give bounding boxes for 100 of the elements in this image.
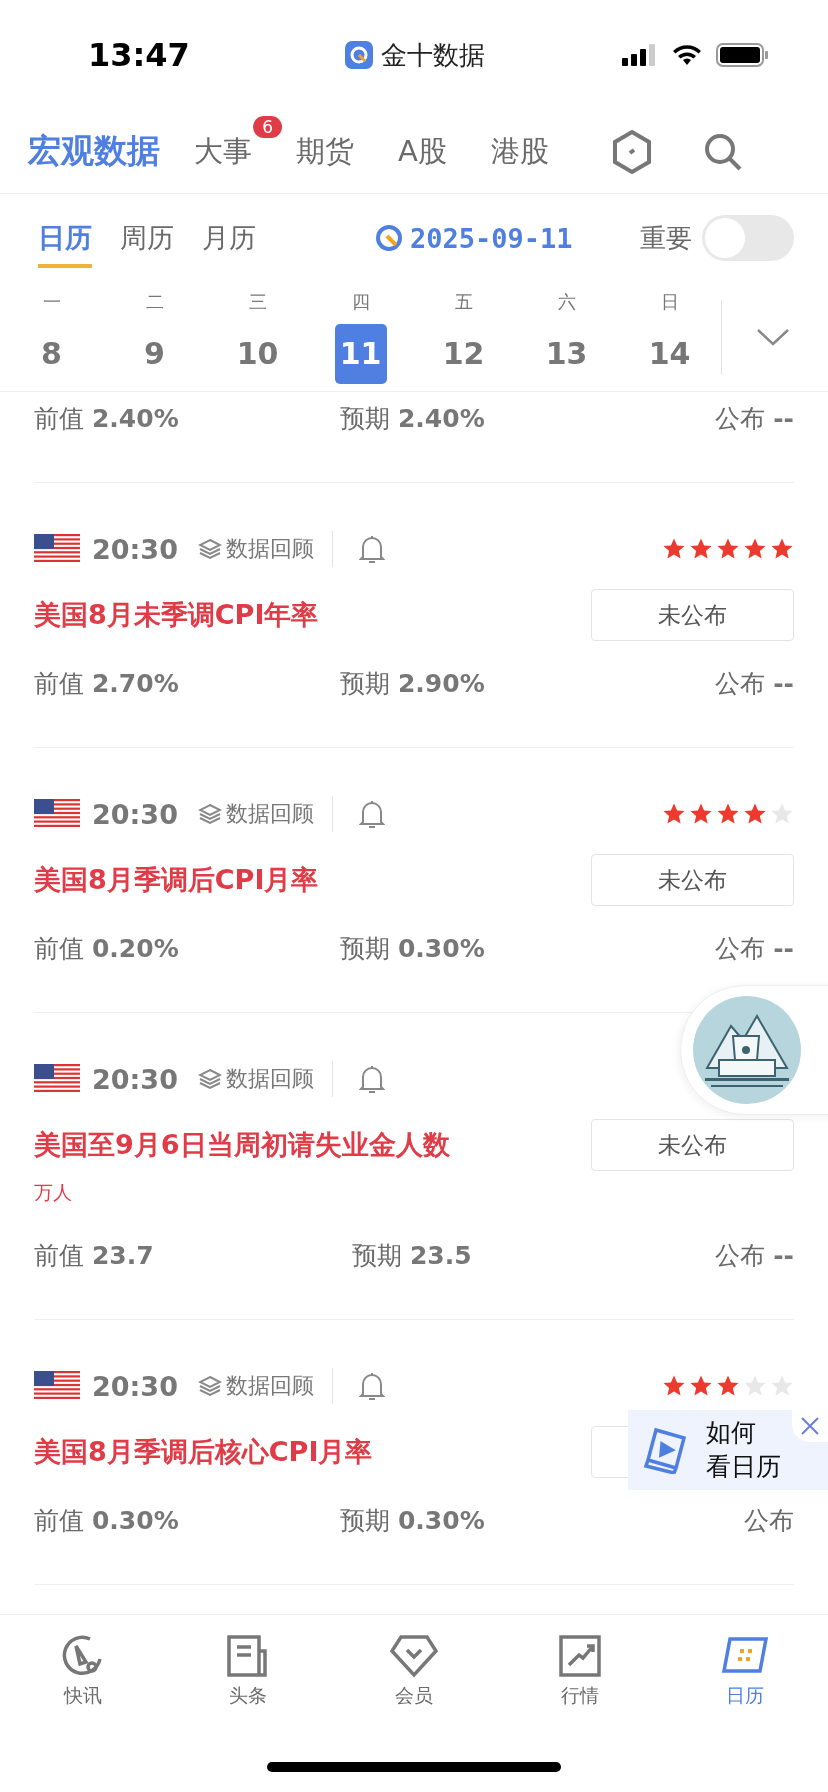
star-icon xyxy=(689,802,713,826)
star-icon xyxy=(689,1374,713,1398)
bell-icon xyxy=(358,534,385,564)
us-flag-icon xyxy=(34,799,80,829)
chevron-down-icon xyxy=(756,326,790,347)
review-link[interactable]: 数据回顾 xyxy=(197,1061,333,1097)
star-icon xyxy=(743,802,767,826)
day-cell[interactable]: 六 13 xyxy=(515,289,618,384)
diamond-icon xyxy=(389,1633,439,1679)
event-time: 20:30 xyxy=(92,1370,178,1402)
bell-icon xyxy=(358,1064,385,1094)
release-status-button[interactable]: 未公布 xyxy=(591,589,794,641)
layers-icon xyxy=(197,538,222,560)
previous-value: 前值 23.7 xyxy=(34,1239,155,1272)
bottom-nav-item[interactable]: 会员 xyxy=(331,1633,497,1709)
app-logo-icon xyxy=(374,223,404,253)
app-name: 金十数据 xyxy=(345,37,485,73)
star-icon xyxy=(716,802,740,826)
star-icon xyxy=(716,1374,740,1398)
previous-value: 前值 0.30% xyxy=(34,1504,180,1537)
event-title: 美国8月未季调CPI年率 xyxy=(34,598,319,632)
hexagon-button[interactable] xyxy=(610,128,653,175)
bottom-nav-item[interactable]: 头条 xyxy=(165,1633,332,1709)
day-cell[interactable]: 日 14 xyxy=(618,289,721,384)
star-icon xyxy=(662,802,686,826)
guide-tooltip[interactable]: 如何 看日历 xyxy=(628,1410,828,1490)
star-icon xyxy=(770,537,794,561)
date-picker[interactable]: 2025-09-11 xyxy=(374,222,573,254)
star-icon xyxy=(743,537,767,561)
forecast-value: 预期 2.40% xyxy=(340,402,486,435)
app-logo-icon xyxy=(345,41,373,69)
us-flag-icon xyxy=(34,1064,80,1094)
previous-value: 前值 2.70% xyxy=(34,667,180,700)
star-icon xyxy=(689,537,713,561)
release-status-button[interactable]: 未公布 xyxy=(591,854,794,906)
star-icon xyxy=(716,537,740,561)
layers-icon xyxy=(197,803,222,825)
important-label: 重要 xyxy=(640,221,692,255)
event-title: 美国至9月6日当周初请失业金人数 xyxy=(34,1128,450,1162)
release-status-button[interactable]: 未公布 xyxy=(591,1119,794,1171)
us-flag-icon xyxy=(34,534,80,564)
review-link[interactable]: 数据回顾 xyxy=(197,1368,333,1404)
unit-text: 万人 xyxy=(34,1180,73,1204)
chart-trend-icon xyxy=(556,1633,603,1679)
view-tab[interactable]: 月历 xyxy=(202,220,256,268)
previous-value: 前值 0.20% xyxy=(34,932,180,965)
actual-value: 公布 -- xyxy=(715,932,794,965)
forecast-value: 预期 0.30% xyxy=(340,1504,486,1537)
day-cell[interactable]: 五 12 xyxy=(412,289,515,384)
layers-icon xyxy=(197,1068,222,1090)
actual-value: 公布 -- xyxy=(715,1239,794,1272)
book-play-icon xyxy=(642,1426,688,1474)
category-tab[interactable]: 宏观数据 xyxy=(28,129,160,174)
expand-button[interactable] xyxy=(756,326,790,347)
actual-value: 公布 xyxy=(744,1504,794,1537)
forecast-value: 预期 0.30% xyxy=(340,932,486,965)
event-time: 20:30 xyxy=(92,533,178,565)
bell-icon xyxy=(358,1371,385,1401)
day-cell[interactable]: 二 9 xyxy=(103,289,206,384)
view-tab[interactable]: 周历 xyxy=(120,220,174,268)
wifi-icon xyxy=(672,44,702,66)
us-flag-icon xyxy=(34,1371,80,1401)
star-icon xyxy=(662,537,686,561)
event-title: 美国8月季调后核心CPI月率 xyxy=(34,1435,373,1469)
event-title: 美国8月季调后CPI月率 xyxy=(34,863,319,897)
floating-avatar-button[interactable] xyxy=(680,985,828,1115)
forecast-value: 预期 23.5 xyxy=(352,1239,473,1272)
category-tab[interactable]: A股 xyxy=(398,131,447,172)
battery-icon xyxy=(716,43,768,67)
layers-icon xyxy=(197,1375,222,1397)
bell-button[interactable] xyxy=(358,534,385,564)
hexagon-icon xyxy=(610,128,653,175)
search-icon xyxy=(702,131,743,172)
bottom-nav-item[interactable]: 快讯 xyxy=(0,1633,166,1709)
status-time: 13:47 xyxy=(88,36,191,74)
bell-button[interactable] xyxy=(358,799,385,829)
day-cell[interactable]: 四 11 xyxy=(309,289,412,384)
bell-button[interactable] xyxy=(358,1371,385,1401)
bottom-nav-item[interactable]: 行情 xyxy=(496,1633,663,1709)
forecast-value: 预期 2.90% xyxy=(340,667,486,700)
bell-button[interactable] xyxy=(358,1064,385,1094)
bell-icon xyxy=(358,799,385,829)
event-time: 20:30 xyxy=(92,798,178,830)
signal-icon xyxy=(622,44,658,66)
bottom-nav-item[interactable]: 日历 xyxy=(662,1633,828,1709)
actual-value: 公布 -- xyxy=(715,402,794,435)
count-badge: 6 xyxy=(253,115,282,138)
actual-value: 公布 -- xyxy=(715,667,794,700)
close-icon xyxy=(800,1416,820,1436)
previous-value: 前值 2.40% xyxy=(34,402,180,435)
category-tab[interactable]: 港股 xyxy=(490,131,549,172)
view-tab[interactable]: 日历 xyxy=(38,220,92,268)
day-cell[interactable]: 三 10 xyxy=(206,289,309,384)
review-link[interactable]: 数据回顾 xyxy=(197,796,333,832)
category-tab[interactable]: 期货 xyxy=(296,131,354,172)
day-cell[interactable]: 一 8 xyxy=(0,289,103,384)
search-button[interactable] xyxy=(702,131,743,172)
review-link[interactable]: 数据回顾 xyxy=(197,531,333,567)
close-button[interactable] xyxy=(792,1410,828,1442)
star-icon xyxy=(662,1374,686,1398)
